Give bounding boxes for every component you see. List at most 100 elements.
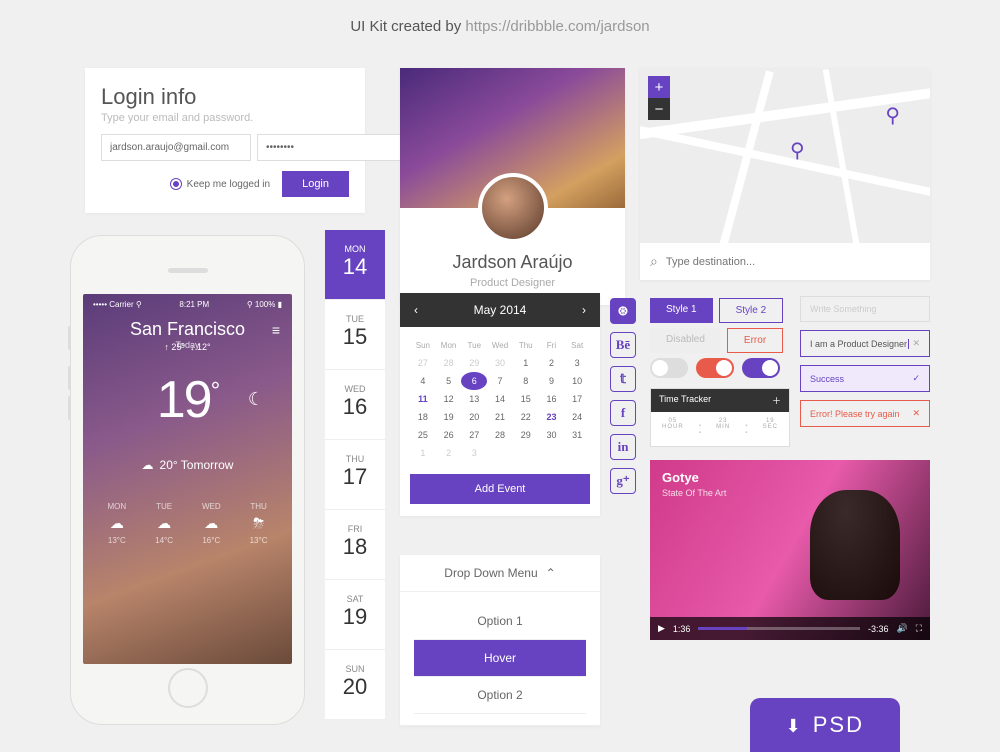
video-elapsed: 1:36 — [673, 624, 691, 634]
calendar-day[interactable]: 8 — [513, 372, 539, 390]
zoom-in[interactable]: + — [648, 76, 670, 98]
time-tracker: Time Tracker＋ 05HOUR : 23MIN : 19SEC — [650, 388, 790, 447]
calendar-day[interactable]: 30 — [539, 426, 565, 444]
day-item[interactable]: MON14 — [325, 230, 385, 300]
dribbble-icon[interactable]: ⊛ — [610, 298, 636, 324]
calendar-day[interactable]: 2 — [539, 354, 565, 372]
chevron-up-icon: ⌃ — [546, 566, 556, 580]
input-success: Success✓ — [800, 365, 930, 392]
calendar-day[interactable]: 19 — [436, 408, 462, 426]
input-filled[interactable]: I am a Product Designer✕ — [800, 330, 930, 357]
calendar-day[interactable]: 13 — [461, 390, 487, 408]
phone-mockup: ••••• Carrier ⚲8:21 PM⚲ 100% ▮ ≡ San Fra… — [70, 235, 305, 725]
dropdown-option[interactable]: Hover — [414, 640, 586, 677]
calendar-day[interactable]: 1 — [410, 444, 436, 462]
twitter-icon[interactable]: 𝕥 — [610, 366, 636, 392]
calendar-day[interactable]: 28 — [487, 426, 513, 444]
calendar-day[interactable]: 7 — [487, 372, 513, 390]
calendar-day[interactable]: 3 — [564, 354, 590, 372]
switch-off[interactable] — [650, 358, 688, 378]
calendar-day[interactable]: 22 — [513, 408, 539, 426]
email-input[interactable] — [101, 134, 251, 161]
calendar-day[interactable]: 30 — [487, 354, 513, 372]
password-input[interactable] — [257, 134, 407, 161]
style2-button[interactable]: Style 2 — [719, 298, 784, 323]
menu-icon[interactable]: ≡ — [272, 322, 280, 338]
download-psd-button[interactable]: PSD — [750, 698, 900, 752]
calendar-day[interactable]: 23 — [539, 408, 565, 426]
calendar-day[interactable]: 14 — [487, 390, 513, 408]
calendar-day[interactable]: 28 — [436, 354, 462, 372]
timer-add-icon[interactable]: ＋ — [772, 394, 781, 407]
today-label: Today — [93, 340, 282, 350]
keep-logged-in[interactable]: Keep me logged in — [170, 178, 270, 190]
credit-link[interactable]: https://dribbble.com/jardson — [465, 18, 649, 35]
calendar-day[interactable]: 21 — [487, 408, 513, 426]
calendar-day[interactable]: 17 — [564, 390, 590, 408]
calendar-day[interactable]: 25 — [410, 426, 436, 444]
calendar-day[interactable]: 29 — [461, 354, 487, 372]
dropdown-option[interactable]: Option 2 — [414, 677, 586, 714]
googleplus-icon[interactable]: g⁺ — [610, 468, 636, 494]
video-progress[interactable] — [698, 627, 860, 630]
switch-error[interactable] — [696, 358, 734, 378]
linkedin-icon[interactable]: in — [610, 434, 636, 460]
calendar-day[interactable]: 20 — [461, 408, 487, 426]
button-row-2: Disabled Error — [650, 328, 783, 353]
calendar-day[interactable]: 10 — [564, 372, 590, 390]
dropdown-title[interactable]: Drop Down Menu⌃ — [400, 555, 600, 592]
volume-icon[interactable]: 🔊 — [896, 623, 907, 634]
login-button[interactable]: Login — [282, 171, 349, 197]
day-strip: MON14TUE15WED16THU17FRI18SAT19SUN20 — [325, 230, 385, 720]
clear-icon[interactable]: ✕ — [912, 338, 920, 349]
calendar-day[interactable]: 4 — [410, 372, 436, 390]
style1-button[interactable]: Style 1 — [650, 298, 713, 323]
destination-input[interactable] — [666, 256, 920, 268]
calendar-day[interactable]: 26 — [436, 426, 462, 444]
disabled-button: Disabled — [650, 328, 721, 353]
status-battery: ⚲ 100% ▮ — [247, 300, 282, 309]
map-card: +− ⚲ ⚲ ⌕ — [640, 68, 930, 280]
calendar-day[interactable]: 6 — [461, 372, 487, 390]
add-event-button[interactable]: Add Event — [410, 474, 590, 504]
map-canvas[interactable]: +− ⚲ ⚲ — [640, 68, 930, 243]
calendar-day[interactable]: 16 — [539, 390, 565, 408]
calendar-day[interactable]: 15 — [513, 390, 539, 408]
day-item[interactable]: TUE15 — [325, 300, 385, 370]
close-icon: ✕ — [912, 408, 920, 419]
cal-next[interactable]: › — [582, 303, 586, 317]
day-item[interactable]: SAT19 — [325, 580, 385, 650]
fullscreen-icon[interactable]: ⛶ — [916, 623, 922, 634]
day-item[interactable]: FRI18 — [325, 510, 385, 580]
input-placeholder[interactable]: Write Something — [800, 296, 930, 322]
calendar-day[interactable]: 18 — [410, 408, 436, 426]
dropdown-menu: Drop Down Menu⌃ Option 1HoverOption 2 — [400, 555, 600, 726]
calendar-day[interactable]: 27 — [410, 354, 436, 372]
zoom-out[interactable]: − — [648, 98, 670, 120]
calendar-day[interactable]: 11 — [410, 390, 436, 408]
play-icon[interactable]: ▶ — [658, 623, 665, 634]
calendar-day[interactable]: 29 — [513, 426, 539, 444]
calendar-day[interactable]: 9 — [539, 372, 565, 390]
calendar-day[interactable]: 27 — [461, 426, 487, 444]
dropdown-option[interactable]: Option 1 — [414, 603, 586, 640]
day-item[interactable]: THU17 — [325, 440, 385, 510]
timer-minutes: 23MIN — [716, 418, 730, 438]
social-icons: ⊛ Bē 𝕥 f in g⁺ — [610, 298, 636, 502]
day-item[interactable]: SUN20 — [325, 650, 385, 720]
calendar-day[interactable]: 12 — [436, 390, 462, 408]
calendar-day[interactable]: 3 — [461, 444, 487, 462]
error-button[interactable]: Error — [727, 328, 783, 353]
facebook-icon[interactable]: f — [610, 400, 636, 426]
cal-prev[interactable]: ‹ — [414, 303, 418, 317]
day-item[interactable]: WED16 — [325, 370, 385, 440]
calendar-day[interactable]: 1 — [513, 354, 539, 372]
calendar-day[interactable]: 5 — [436, 372, 462, 390]
switch-on[interactable] — [742, 358, 780, 378]
calendar-day[interactable]: 2 — [436, 444, 462, 462]
video-subtitle: State Of The Art — [662, 488, 726, 498]
status-carrier: ••••• Carrier ⚲ — [93, 300, 142, 309]
calendar-day[interactable]: 24 — [564, 408, 590, 426]
calendar-day[interactable]: 31 — [564, 426, 590, 444]
behance-icon[interactable]: Bē — [610, 332, 636, 358]
